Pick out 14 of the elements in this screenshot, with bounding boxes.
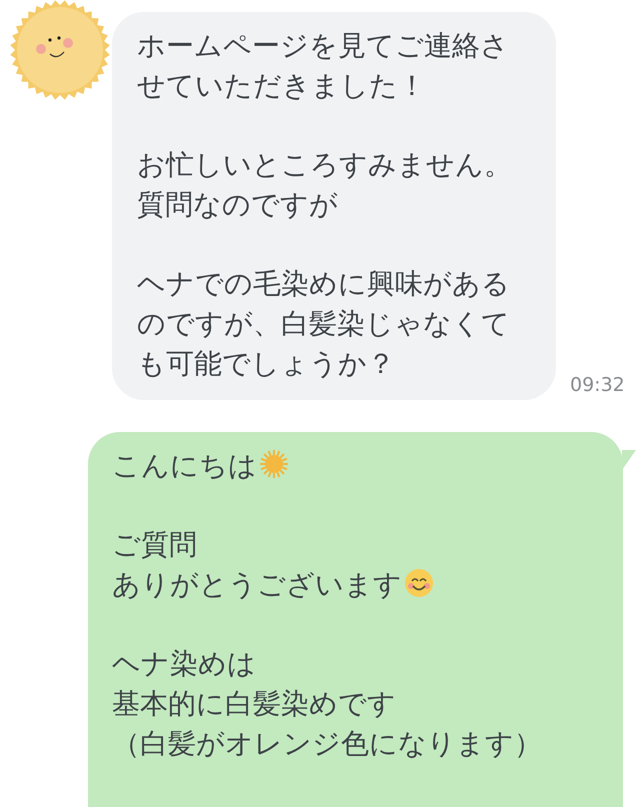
message-text: お忙しいところすみません。 bbox=[137, 147, 513, 183]
message-text: （白髪がオレンジ色になります） bbox=[112, 726, 543, 762]
message-text: 基本的に白髪染めです bbox=[112, 686, 397, 722]
message-text: ヘナでの毛染めに興味があるのですが、白髪染じゃなくても可能でしょうか？ bbox=[137, 266, 511, 382]
sun-icon bbox=[259, 449, 289, 479]
message-time: 09:32 bbox=[570, 374, 625, 396]
message-text: ご質問 bbox=[112, 527, 198, 563]
smiley-icon bbox=[404, 568, 434, 598]
message-text: ヘナ染めは bbox=[112, 646, 257, 682]
message-text: こんにちは bbox=[112, 446, 599, 486]
message-text: 質問なのですが bbox=[137, 187, 339, 223]
message-text: ホームページを見てご連絡させていただきました！ bbox=[137, 28, 510, 104]
sun-avatar-icon[interactable] bbox=[8, 0, 112, 102]
message-text: ありがとうございます bbox=[112, 565, 599, 605]
